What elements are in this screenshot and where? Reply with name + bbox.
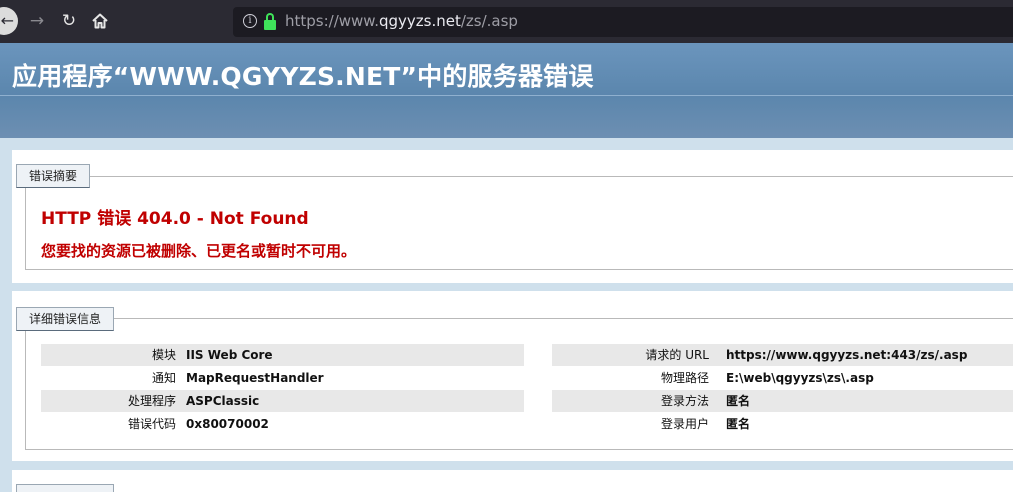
detail-row-notification: 通知 MapRequestHandler xyxy=(41,367,524,389)
url-host: qgyyzs.net xyxy=(378,12,461,30)
back-arrow-icon[interactable]: ← xyxy=(0,7,18,35)
next-section-panel xyxy=(12,470,1013,492)
url-path: /zs/.asp xyxy=(460,12,518,30)
detail-value: 0x80070002 xyxy=(186,417,269,431)
detail-label: 错误代码 xyxy=(127,417,176,431)
url-text[interactable]: https://www.qgyyzs.net/zs/.asp xyxy=(285,12,518,30)
error-title: HTTP 错误 404.0 - Not Found xyxy=(41,209,309,229)
detail-value: 匿名 xyxy=(726,417,751,431)
reload-icon[interactable]: ↻ xyxy=(56,8,82,34)
detail-value: ASPClassic xyxy=(186,394,260,408)
detail-row-physical-path: 物理路径 E:\web\qgyyzs\zs\.asp xyxy=(552,367,1013,389)
error-summary-legend: 错误摘要 xyxy=(16,164,91,188)
detail-value: E:\web\qgyyzs\zs\.asp xyxy=(726,371,874,385)
lock-icon[interactable] xyxy=(264,13,276,30)
detail-row-error-code: 错误代码 0x80070002 xyxy=(41,413,524,435)
next-section-legend xyxy=(16,484,114,492)
forward-arrow-icon[interactable]: → xyxy=(24,8,50,34)
detail-value: MapRequestHandler xyxy=(186,371,324,385)
detail-label: 通知 xyxy=(151,371,176,385)
detail-label: 登录用户 xyxy=(660,417,709,431)
home-icon[interactable] xyxy=(87,8,113,34)
info-icon[interactable]: i xyxy=(243,14,257,28)
detail-label: 物理路径 xyxy=(660,371,709,385)
detail-value: 匿名 xyxy=(726,394,751,408)
detail-label: 处理程序 xyxy=(127,394,176,408)
detail-value: IIS Web Core xyxy=(186,348,273,362)
page-header: 应用程序“WWW.QGYYZS.NET”中的服务器错误 xyxy=(0,43,1013,138)
error-message: 您要找的资源已被删除、已更名或暂时不可用。 xyxy=(41,242,357,260)
page-title: 应用程序“WWW.QGYYZS.NET”中的服务器错误 xyxy=(12,62,594,91)
error-details-legend: 详细错误信息 xyxy=(16,307,115,331)
detail-row-logon-user: 登录用户 匿名 xyxy=(552,413,1013,435)
address-bar[interactable]: i https://www.qgyyzs.net/zs/.asp xyxy=(233,7,1013,37)
header-divider xyxy=(0,95,1013,96)
detail-row-logon-method: 登录方法 匿名 xyxy=(552,390,1013,412)
detail-label: 请求的 URL xyxy=(645,348,709,362)
detail-label: 登录方法 xyxy=(660,394,709,408)
detail-row-module: 模块 IIS Web Core xyxy=(41,344,524,366)
url-prefix: https://www. xyxy=(285,12,379,30)
browser-toolbar: ← → ↻ i https://www.qgyyzs.net/zs/.asp xyxy=(0,0,1013,43)
detail-row-requested-url: 请求的 URL https://www.qgyyzs.net:443/zs/.a… xyxy=(552,344,1013,366)
detail-label: 模块 xyxy=(151,348,176,362)
detail-row-handler: 处理程序 ASPClassic xyxy=(41,390,524,412)
detail-value: https://www.qgyyzs.net:443/zs/.asp xyxy=(726,348,968,362)
